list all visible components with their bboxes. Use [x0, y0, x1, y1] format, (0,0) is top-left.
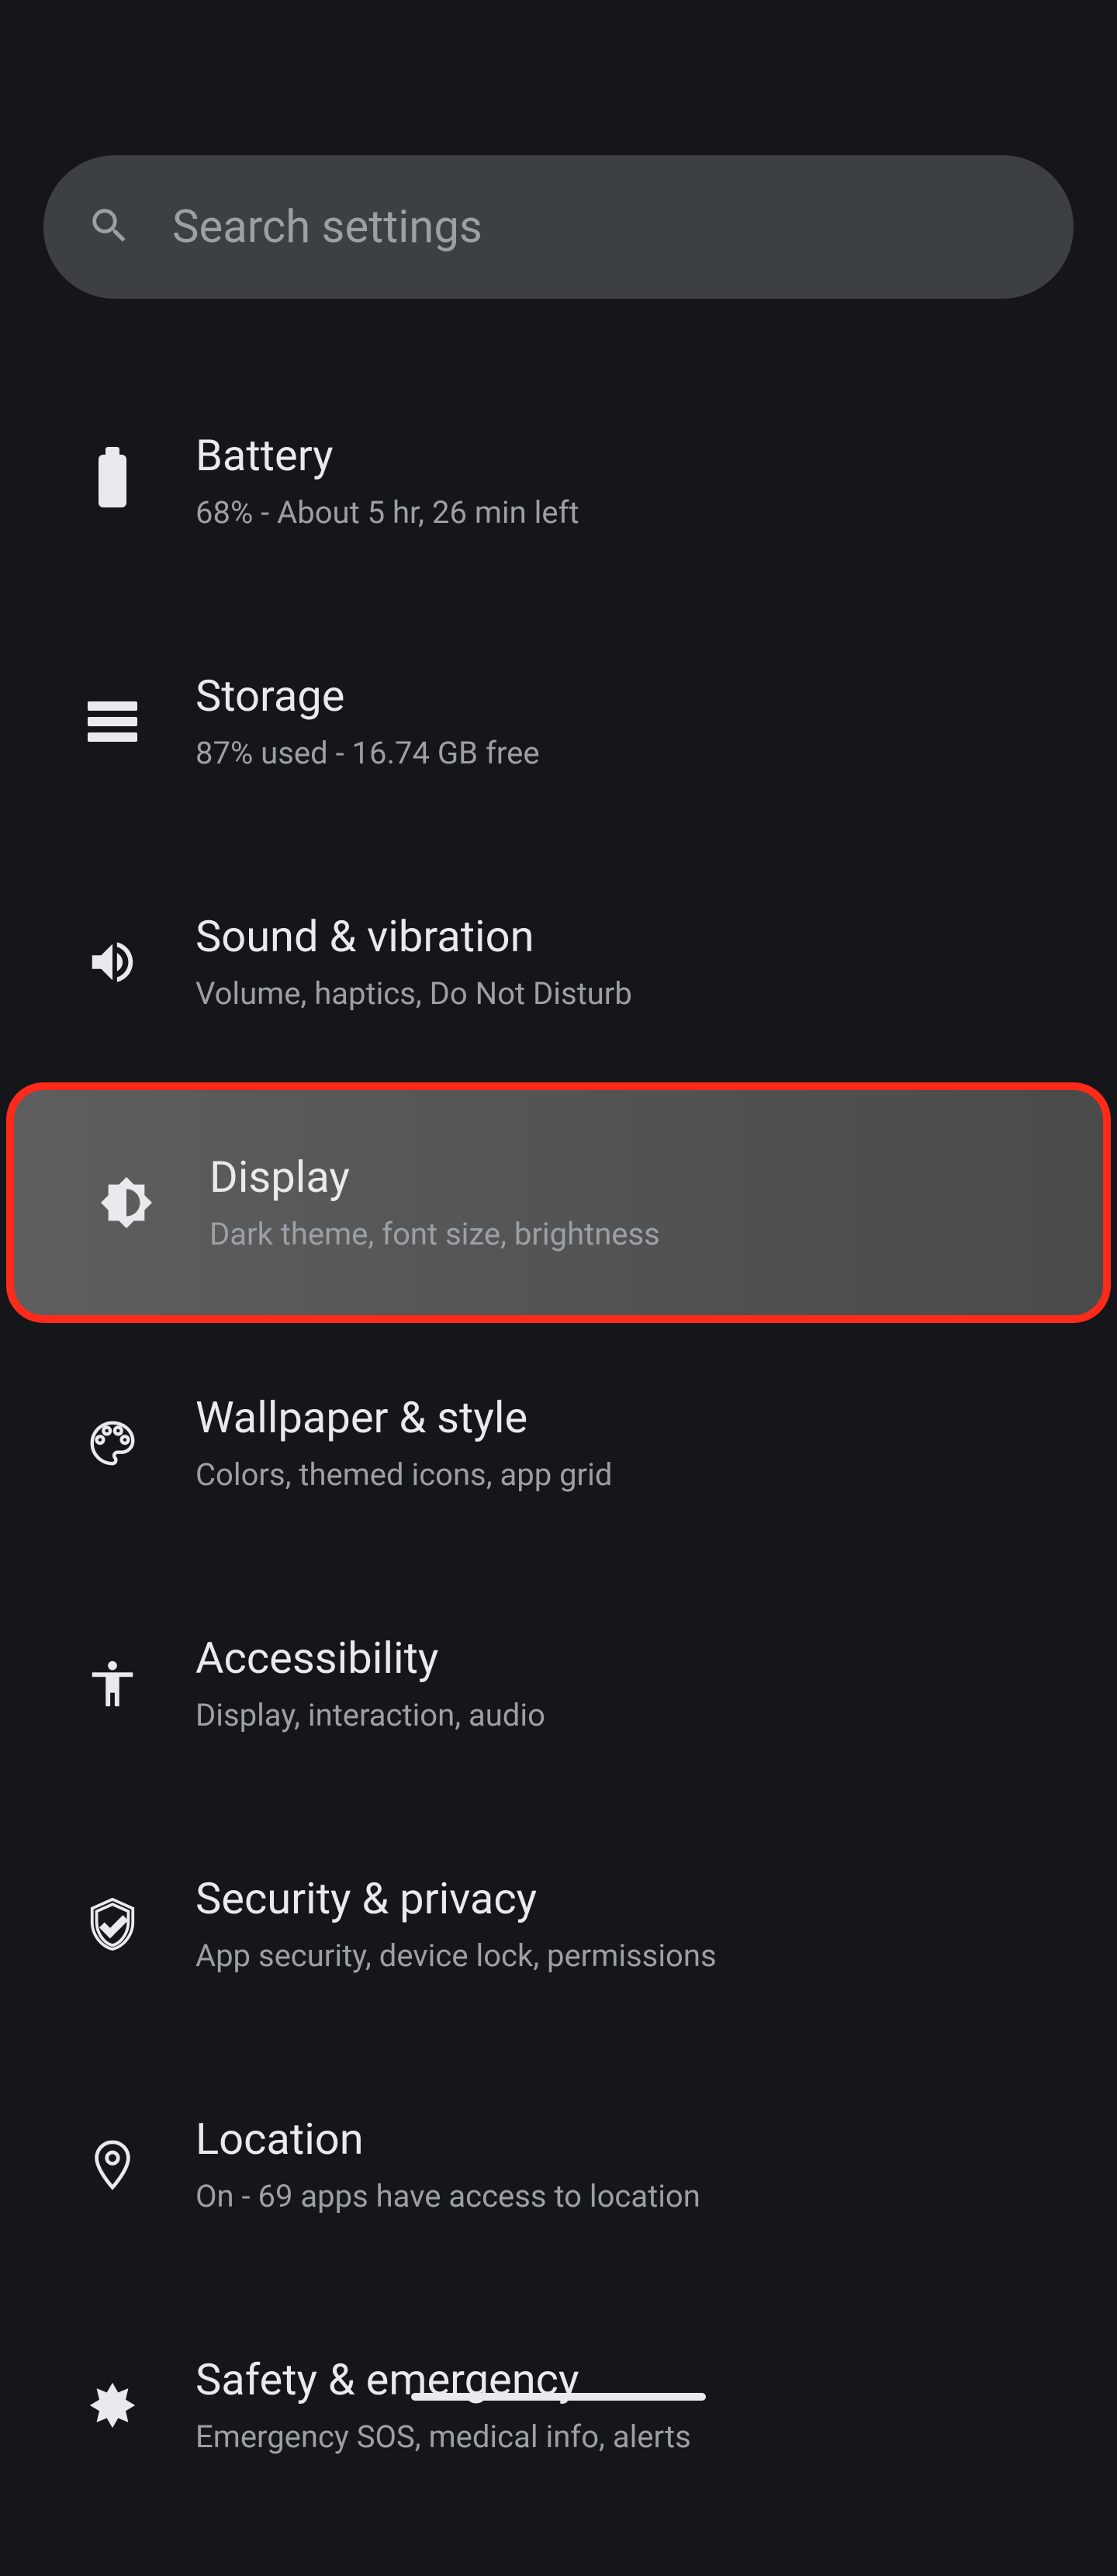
accessibility-icon [85, 1657, 140, 1711]
settings-item-sound[interactable]: Sound & vibration Volume, haptics, Do No… [0, 842, 1117, 1082]
palette-icon [85, 1416, 140, 1470]
item-subtitle: On - 69 apps have access to location [195, 2175, 700, 2218]
item-subtitle: 87% used - 16.74 GB free [195, 732, 540, 775]
storage-icon [85, 694, 140, 749]
item-subtitle: Volume, haptics, Do Not Disturb [195, 972, 632, 1016]
item-title: Wallpaper & style [195, 1390, 612, 1446]
brightness-icon [99, 1175, 154, 1230]
item-subtitle: Colors, themed icons, app grid [195, 1453, 612, 1497]
settings-item-battery[interactable]: Battery 68% - About 5 hr, 26 min left [0, 361, 1117, 601]
settings-item-safety[interactable]: Safety & emergency Emergency SOS, medica… [0, 2285, 1117, 2526]
search-placeholder: Search settings [172, 201, 482, 254]
item-title: Storage [195, 668, 540, 725]
item-title: Security & privacy [195, 1871, 717, 1927]
volume-icon [85, 935, 140, 989]
search-bar[interactable]: Search settings [43, 155, 1074, 299]
item-subtitle: 68% - About 5 hr, 26 min left [195, 491, 579, 535]
settings-item-security[interactable]: Security & privacy App security, device … [0, 1804, 1117, 2045]
settings-item-location[interactable]: Location On - 69 apps have access to loc… [0, 2045, 1117, 2285]
settings-item-storage[interactable]: Storage 87% used - 16.74 GB free [0, 601, 1117, 842]
shield-icon [85, 1897, 140, 1951]
medical-icon [85, 2378, 140, 2432]
item-title: Battery [195, 428, 579, 484]
settings-list: Battery 68% - About 5 hr, 26 min left St… [0, 361, 1117, 2526]
settings-item-accessibility[interactable]: Accessibility Display, interaction, audi… [0, 1563, 1117, 1804]
settings-item-wallpaper[interactable]: Wallpaper & style Colors, themed icons, … [0, 1323, 1117, 1563]
search-icon [87, 203, 172, 251]
item-subtitle: Display, interaction, audio [195, 1694, 545, 1737]
item-title: Sound & vibration [195, 909, 632, 965]
battery-icon [85, 454, 140, 508]
item-title: Display [209, 1149, 660, 1206]
location-icon [85, 2138, 140, 2192]
item-subtitle: Emergency SOS, medical info, alerts [195, 2415, 691, 2459]
item-title: Accessibility [195, 1630, 545, 1687]
settings-item-display[interactable]: Display Dark theme, font size, brightnes… [6, 1082, 1111, 1323]
item-subtitle: Dark theme, font size, brightness [209, 1213, 660, 1256]
item-subtitle: App security, device lock, permissions [195, 1934, 717, 1978]
item-title: Location [195, 2111, 700, 2168]
navigation-handle[interactable] [411, 2393, 706, 2401]
